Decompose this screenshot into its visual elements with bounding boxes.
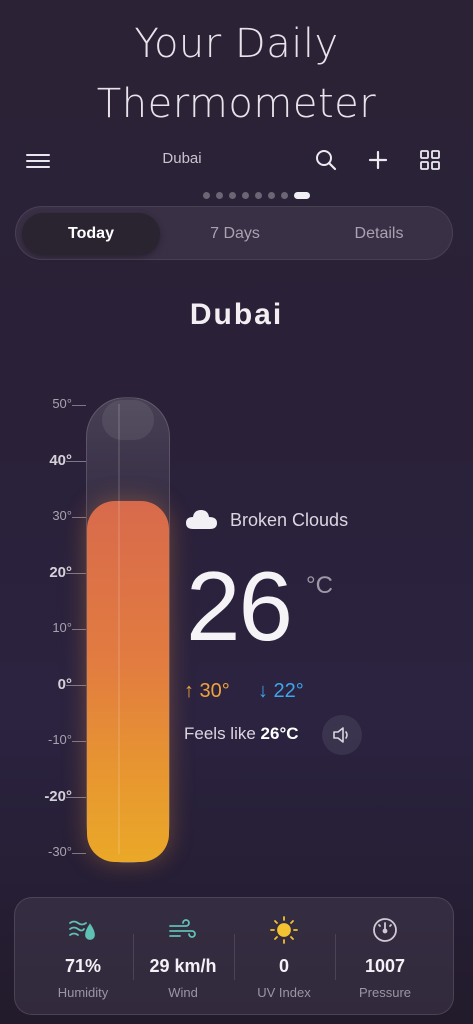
plus-icon[interactable] [364, 146, 392, 174]
low-temperature: ↓ 22° [258, 680, 304, 702]
page-dot[interactable] [229, 192, 236, 199]
humidity-label: Humidity [57, 985, 109, 1000]
scale-tick [66, 797, 86, 798]
stat-humidity: 71% Humidity [33, 914, 133, 1000]
city-title: Dubai [189, 298, 284, 331]
page-dot[interactable] [281, 192, 288, 199]
scale-tick [66, 461, 86, 462]
page-indicator [0, 192, 473, 202]
weather-condition: Broken Clouds [184, 504, 348, 536]
tab-7-days[interactable]: 7 Days [166, 213, 304, 255]
scale-label: 50° [52, 396, 72, 411]
speaker-icon[interactable] [322, 715, 362, 755]
scale-tick [72, 517, 86, 518]
uv-index-value: 0 [278, 956, 289, 976]
thermometer-shine [118, 404, 120, 854]
sun-icon [234, 914, 334, 946]
gauge-icon [335, 914, 435, 946]
tab-today[interactable]: Today [22, 213, 160, 255]
humidity-value: 71% [64, 956, 102, 976]
scale-label: 30° [52, 508, 72, 523]
page-dot[interactable] [203, 192, 210, 199]
page-title: Your Daily Thermometer [0, 14, 473, 134]
scale-tick [66, 685, 86, 686]
stat-pressure: 1007 Pressure [335, 914, 435, 1000]
page-dot[interactable] [242, 192, 249, 199]
stats-card: 71% Humidity 29 km/h Wind 0 UV Index 100… [14, 897, 454, 1015]
tab-details[interactable]: Details [310, 213, 448, 255]
page-title-text: Your Daily Thermometer [96, 21, 377, 127]
thermometer-cap [102, 400, 154, 440]
scale-tick [66, 573, 86, 574]
top-bar: Dubai [0, 138, 473, 182]
scale-label: -30° [48, 844, 72, 859]
current-temperature: 26 [186, 551, 293, 661]
wind-icon [133, 914, 233, 946]
humidity-icon [33, 914, 133, 946]
temperature-unit: °C [306, 572, 333, 599]
stat-uv-index: 0 UV Index [234, 914, 334, 1000]
cloud-icon [184, 505, 220, 536]
feels-like: Feels like 26°C [184, 724, 299, 744]
wind-value: 29 km/h [149, 956, 217, 976]
tab-bar: Today 7 Days Details [15, 206, 453, 260]
scale-label: 10° [52, 620, 72, 635]
scale-tick [72, 741, 86, 742]
menu-icon[interactable] [26, 150, 50, 170]
page-dot[interactable] [216, 192, 223, 199]
pressure-value: 1007 [364, 956, 406, 976]
page-dot[interactable] [268, 192, 275, 199]
condition-text: Broken Clouds [230, 509, 349, 530]
thermometer-fill [87, 501, 169, 862]
grid-icon[interactable] [416, 146, 444, 174]
feels-like-value: 26°C [260, 724, 299, 743]
page-dot[interactable] [294, 192, 310, 199]
page-dot[interactable] [255, 192, 262, 199]
scale-tick [72, 405, 86, 406]
search-icon[interactable] [312, 146, 340, 174]
feels-like-label: Feels like [184, 724, 256, 743]
uv-index-label: UV Index [257, 985, 311, 1000]
scale-tick [72, 629, 86, 630]
scale-label: -10° [48, 732, 72, 747]
pressure-label: Pressure [358, 985, 412, 1000]
wind-label: Wind [168, 985, 198, 1000]
header-city: Dubai [162, 150, 202, 167]
stat-wind: 29 km/h Wind [133, 914, 233, 1000]
scale-tick [72, 853, 86, 854]
high-temperature: ↑ 30° [184, 680, 230, 702]
